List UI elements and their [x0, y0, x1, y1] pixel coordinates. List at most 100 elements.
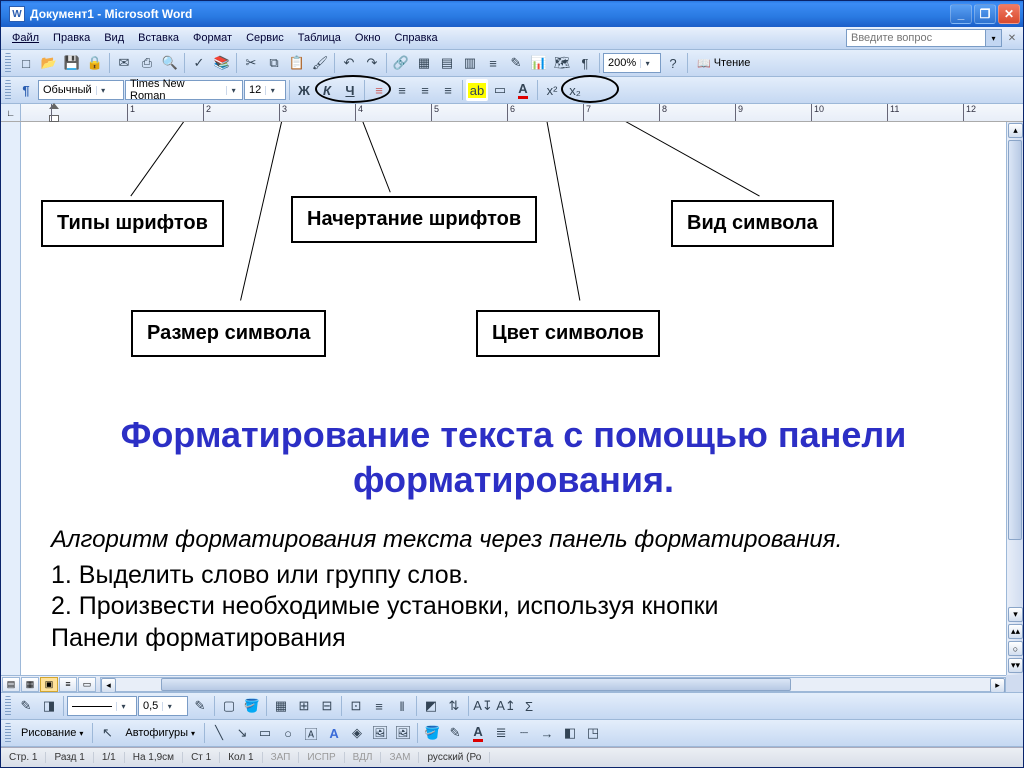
font-color-tool[interactable]: A [467, 722, 489, 744]
toolbar-grip[interactable] [5, 696, 11, 716]
toolbar-grip[interactable] [5, 53, 11, 73]
menu-format[interactable]: Формат [186, 30, 239, 46]
table-autoformat-button[interactable]: ◩ [420, 695, 442, 717]
shading-button[interactable]: ▭ [489, 79, 511, 101]
align-cells-button[interactable]: ⊡ [345, 695, 367, 717]
highlight-button[interactable]: ab [466, 79, 488, 101]
close-button[interactable]: ✕ [998, 4, 1020, 24]
outline-view-button[interactable]: ≡ [59, 677, 77, 692]
toolbar-grip[interactable] [5, 80, 11, 100]
menu-tools[interactable]: Сервис [239, 30, 291, 46]
menu-window[interactable]: Окно [348, 30, 388, 46]
fill-color-button[interactable]: 🪣 [241, 695, 263, 717]
prev-page-button[interactable]: ▴▴ [1008, 624, 1023, 639]
horizontal-scrollbar[interactable]: ◂ ▸ [100, 677, 1006, 692]
draw-table-button[interactable]: ✎ [15, 695, 37, 717]
status-trk[interactable]: ИСПР [299, 752, 344, 763]
status-ext[interactable]: ВДЛ [345, 752, 382, 763]
vertical-ruler[interactable] [1, 122, 21, 692]
align-center-button[interactable]: ≡ [391, 79, 413, 101]
bold-button[interactable]: Ж [293, 79, 315, 101]
minimize-button[interactable]: _ [950, 4, 972, 24]
reading-view-button[interactable]: ▭ [78, 677, 96, 692]
scroll-down-button[interactable]: ▾ [1008, 607, 1023, 622]
text-direction-button[interactable]: ⇅ [443, 695, 465, 717]
next-page-button[interactable]: ▾▾ [1008, 658, 1023, 673]
clipart-button[interactable]: 🖼 [369, 722, 391, 744]
arrow-style-tool[interactable]: → [536, 722, 558, 744]
textbox-tool[interactable]: 🄰 [300, 722, 322, 744]
font-size-combo[interactable]: 12▾ [244, 80, 286, 100]
status-rec[interactable]: ЗАП [263, 752, 300, 763]
hyperlink-button[interactable]: 🔗 [390, 52, 412, 74]
justify-button[interactable]: ≡ [437, 79, 459, 101]
ask-dropdown[interactable]: ▾ [986, 29, 1002, 47]
scroll-up-button[interactable]: ▴ [1008, 123, 1023, 138]
insert-table-button[interactable]: ▤ [436, 52, 458, 74]
reading-layout-button[interactable]: 📖 Чтение [691, 56, 756, 71]
paste-button[interactable]: 📋 [286, 52, 308, 74]
maximize-button[interactable]: ❐ [974, 4, 996, 24]
mail-button[interactable]: ✉ [113, 52, 135, 74]
vertical-scrollbar[interactable]: ▴ ▾ ▴▴ ○ ▾▾ [1006, 122, 1023, 675]
sort-desc-button[interactable]: A↥ [495, 695, 517, 717]
hscroll-right-button[interactable]: ▸ [990, 678, 1005, 693]
menu-insert[interactable]: Вставка [131, 30, 186, 46]
line-weight-combo[interactable]: 0,5▾ [138, 696, 188, 716]
diagram-button[interactable]: ◈ [346, 722, 368, 744]
line-color-tool[interactable]: ✎ [444, 722, 466, 744]
3d-tool[interactable]: ◳ [582, 722, 604, 744]
split-cells-button[interactable]: ⊟ [316, 695, 338, 717]
print-layout-view-button[interactable]: ▣ [40, 677, 58, 692]
autosum-button[interactable]: Σ [518, 695, 540, 717]
redo-button[interactable]: ↷ [361, 52, 383, 74]
font-color-button[interactable]: A [512, 79, 534, 101]
hscroll-left-button[interactable]: ◂ [101, 678, 116, 693]
normal-view-button[interactable]: ▤ [2, 677, 20, 692]
rectangle-tool[interactable]: ▭ [254, 722, 276, 744]
line-style-combo[interactable]: ▾ [67, 696, 137, 716]
hscroll-thumb[interactable] [161, 678, 791, 691]
border-color-button[interactable]: ✎ [189, 695, 211, 717]
subscript-button[interactable]: x₂ [564, 79, 586, 101]
ask-input[interactable] [846, 29, 986, 47]
drawing-toggle-button[interactable]: ✎ [505, 52, 527, 74]
vertical-scroll-thumb[interactable] [1008, 140, 1022, 540]
superscript-button[interactable]: x² [541, 79, 563, 101]
menu-edit[interactable]: Правка [46, 30, 97, 46]
browse-object-button[interactable]: ○ [1008, 641, 1023, 656]
show-paragraph-button[interactable]: ¶ [574, 52, 596, 74]
columns-button[interactable]: ≡ [482, 52, 504, 74]
shadow-tool[interactable]: ◧ [559, 722, 581, 744]
chart-button[interactable]: 📊 [528, 52, 550, 74]
merge-cells-button[interactable]: ⊞ [293, 695, 315, 717]
drawing-menu[interactable]: Рисование ▾ [15, 726, 89, 740]
research-button[interactable]: 📚 [211, 52, 233, 74]
font-combo[interactable]: Times New Roman▾ [125, 80, 243, 100]
distribute-rows-button[interactable]: ≡ [368, 695, 390, 717]
web-view-button[interactable]: ▦ [21, 677, 39, 692]
wordart-button[interactable]: A [323, 722, 345, 744]
menu-help[interactable]: Справка [387, 30, 444, 46]
copy-button[interactable]: ⧉ [263, 52, 285, 74]
dash-style-tool[interactable]: ┈ [513, 722, 535, 744]
print-preview-button[interactable]: 🔍 [159, 52, 181, 74]
italic-button[interactable]: К [316, 79, 338, 101]
status-lang[interactable]: русский (Ро [419, 752, 490, 763]
spellcheck-button[interactable]: ✓ [188, 52, 210, 74]
permission-button[interactable]: 🔒 [84, 52, 106, 74]
tab-selector[interactable]: ∟ [1, 104, 21, 121]
open-button[interactable]: 📂 [38, 52, 60, 74]
underline-button[interactable]: Ч [339, 79, 361, 101]
style-combo[interactable]: Обычный▾ [38, 80, 124, 100]
insert-excel-button[interactable]: ▥ [459, 52, 481, 74]
undo-button[interactable]: ↶ [338, 52, 360, 74]
menubar-close-icon[interactable]: ✕ [1005, 31, 1019, 45]
help-button[interactable]: ? [662, 52, 684, 74]
select-objects-button[interactable]: ↖ [96, 722, 118, 744]
styles-pane-button[interactable]: ¶ [15, 79, 37, 101]
menu-view[interactable]: Вид [97, 30, 131, 46]
arrow-tool[interactable]: ↘ [231, 722, 253, 744]
distribute-cols-button[interactable]: ‖ [391, 695, 413, 717]
print-button[interactable]: ⎙ [136, 52, 158, 74]
